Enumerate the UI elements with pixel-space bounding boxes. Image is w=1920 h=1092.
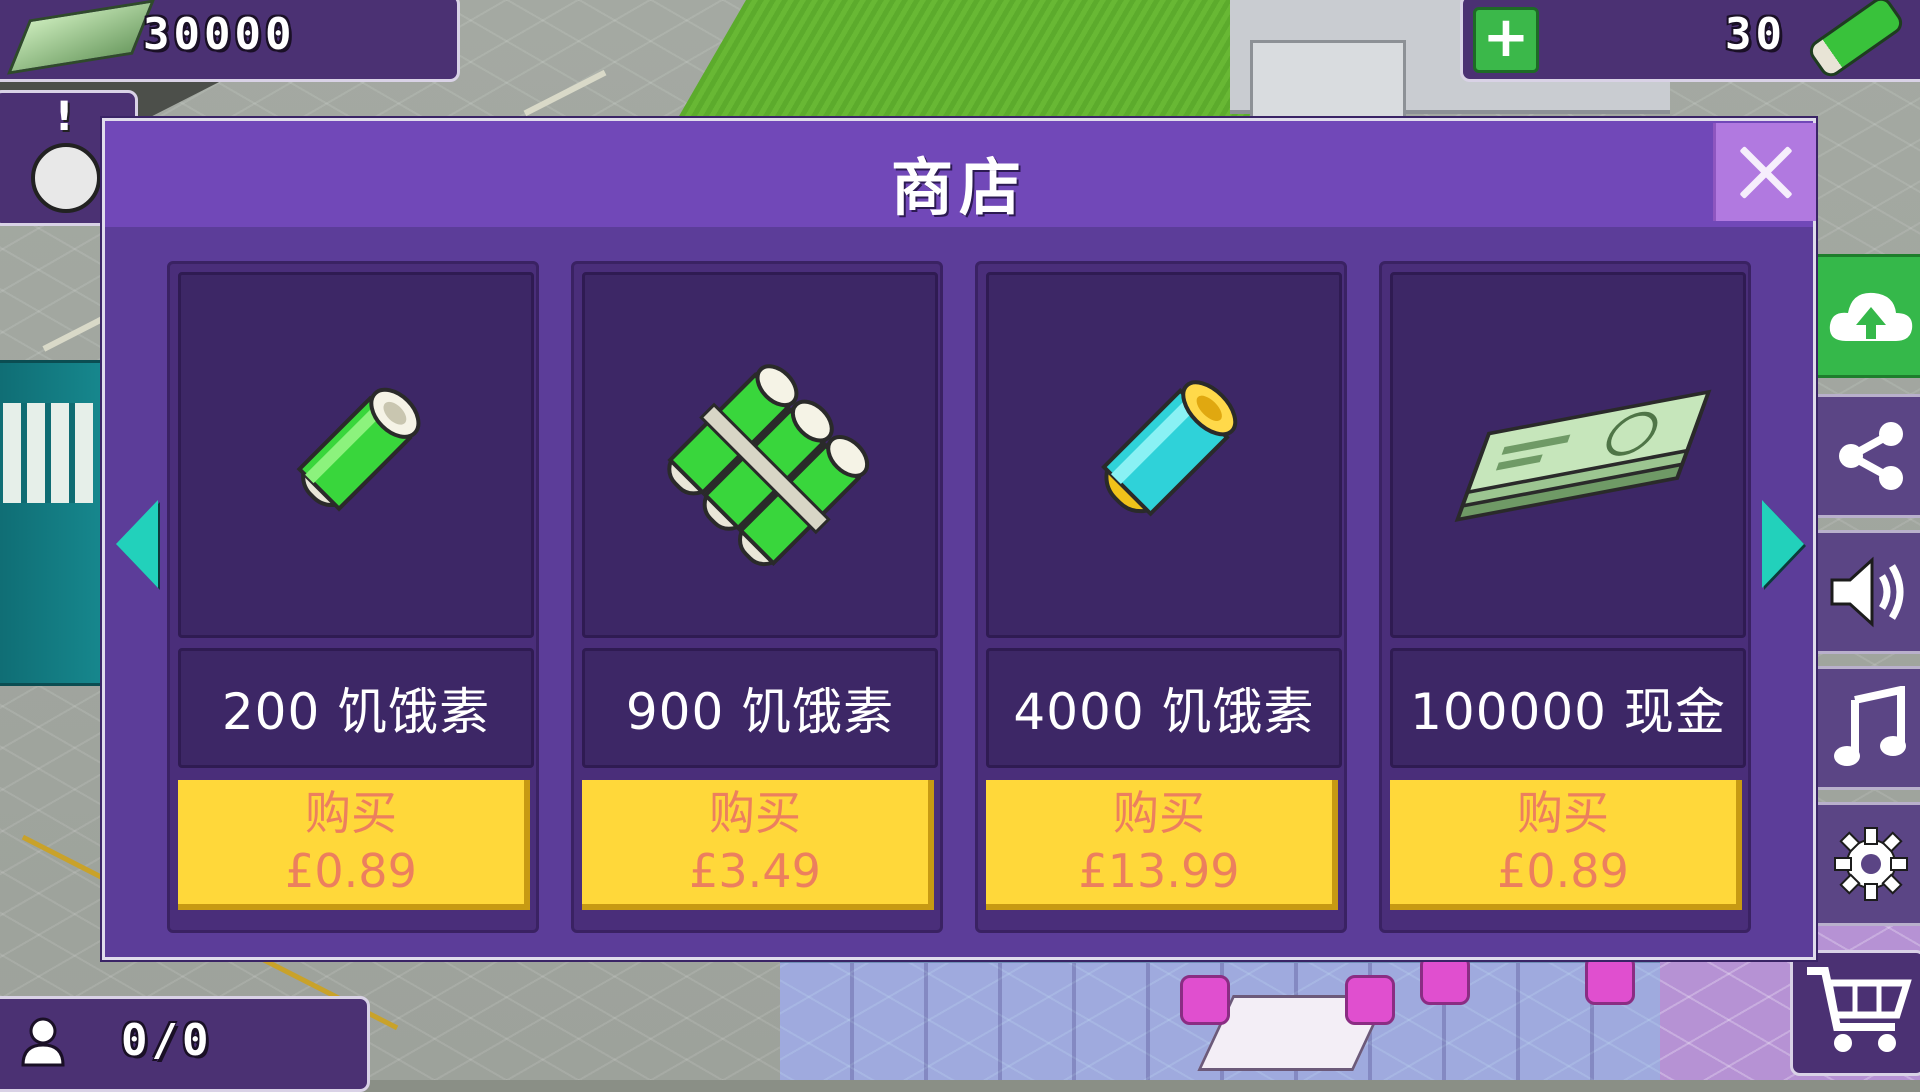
cyan-battery-icon xyxy=(1101,380,1238,517)
product-list: 200 饥饿素 购买 £0.89 900 饥饿素 购买 £3.49 4000 饥… xyxy=(167,261,1763,933)
shop-header: 商店 xyxy=(105,121,1816,227)
shop-dialog: 商店 200 饥饿素 购买 £0.89 900 饥饿素 购买 £3.49 400… xyxy=(102,118,1816,960)
cloud-save-button[interactable] xyxy=(1806,254,1920,378)
cart-icon xyxy=(1807,967,1912,1052)
money-bar: 30000 xyxy=(0,0,460,82)
shop-cart-button[interactable] xyxy=(1790,950,1920,1076)
product-name-box: 100000 现金 xyxy=(1390,648,1746,768)
person-icon xyxy=(21,1017,65,1067)
speaker-icon xyxy=(1830,556,1904,628)
chair xyxy=(1345,975,1395,1025)
price-label: £0.89 xyxy=(1497,844,1629,898)
buy-label: 购买 xyxy=(1517,786,1609,840)
cloud-upload-icon xyxy=(1829,292,1913,341)
inspector-face-icon xyxy=(31,143,101,213)
exclamation-icon: ! xyxy=(55,94,74,140)
buy-button[interactable]: 购买 £3.49 xyxy=(582,780,934,910)
product-card: 200 饥饿素 购买 £0.89 xyxy=(167,261,539,933)
buy-button[interactable]: 购买 £13.99 xyxy=(986,780,1338,910)
share-icon xyxy=(1839,422,1903,490)
product-name: 4000 饥饿素 xyxy=(1013,683,1315,741)
chair xyxy=(1180,975,1230,1025)
price-label: £13.99 xyxy=(1078,844,1240,898)
product-card: 4000 饥饿素 购买 £13.99 xyxy=(975,261,1347,933)
product-image xyxy=(1390,272,1746,638)
price-label: £3.49 xyxy=(689,844,821,898)
green-battery-bundle-icon xyxy=(667,364,870,567)
buy-label: 购买 xyxy=(709,786,801,840)
sound-button[interactable] xyxy=(1806,530,1920,654)
battery-icon xyxy=(1805,0,1907,81)
phone-booth xyxy=(0,360,116,686)
share-button[interactable] xyxy=(1806,394,1920,518)
product-image xyxy=(582,272,938,638)
buy-label: 购买 xyxy=(305,786,397,840)
cash-stack-icon xyxy=(1454,389,1712,522)
settings-button[interactable] xyxy=(1806,802,1920,926)
money-value: 30000 xyxy=(143,9,296,60)
product-name: 900 饥饿素 xyxy=(625,683,895,741)
next-page-arrow[interactable] xyxy=(1762,500,1804,588)
music-note-icon xyxy=(1834,686,1906,766)
buy-button[interactable]: 购买 £0.89 xyxy=(178,780,530,910)
single-green-battery-icon xyxy=(296,387,421,512)
chair xyxy=(1585,955,1635,1005)
product-name-box: 4000 饥饿素 xyxy=(986,648,1342,768)
product-card: 100000 现金 购买 £0.89 xyxy=(1379,261,1751,933)
cash-icon xyxy=(7,0,155,75)
gear-icon xyxy=(1834,827,1908,901)
product-name: 100000 现金 xyxy=(1410,683,1726,741)
product-name-box: 900 饥饿素 xyxy=(582,648,938,768)
music-button[interactable] xyxy=(1806,666,1920,790)
product-name-box: 200 饥饿素 xyxy=(178,648,534,768)
product-image xyxy=(986,272,1342,638)
energy-bar: + 30 xyxy=(1460,0,1920,82)
shop-title: 商店 xyxy=(890,151,1027,224)
population-bar: 0/0 xyxy=(0,996,370,1092)
add-energy-button[interactable]: + xyxy=(1473,7,1539,73)
buy-button[interactable]: 购买 £0.89 xyxy=(1390,780,1742,910)
energy-value: 30 xyxy=(1725,9,1786,60)
price-label: £0.89 xyxy=(285,844,417,898)
product-name: 200 饥饿素 xyxy=(221,683,491,741)
close-button[interactable] xyxy=(1713,123,1816,221)
previous-page-arrow[interactable] xyxy=(116,500,158,588)
buy-label: 购买 xyxy=(1113,786,1205,840)
chair xyxy=(1420,955,1470,1005)
product-card: 900 饥饿素 购买 £3.49 xyxy=(571,261,943,933)
product-image xyxy=(178,272,534,638)
population-value: 0/0 xyxy=(121,1015,213,1066)
